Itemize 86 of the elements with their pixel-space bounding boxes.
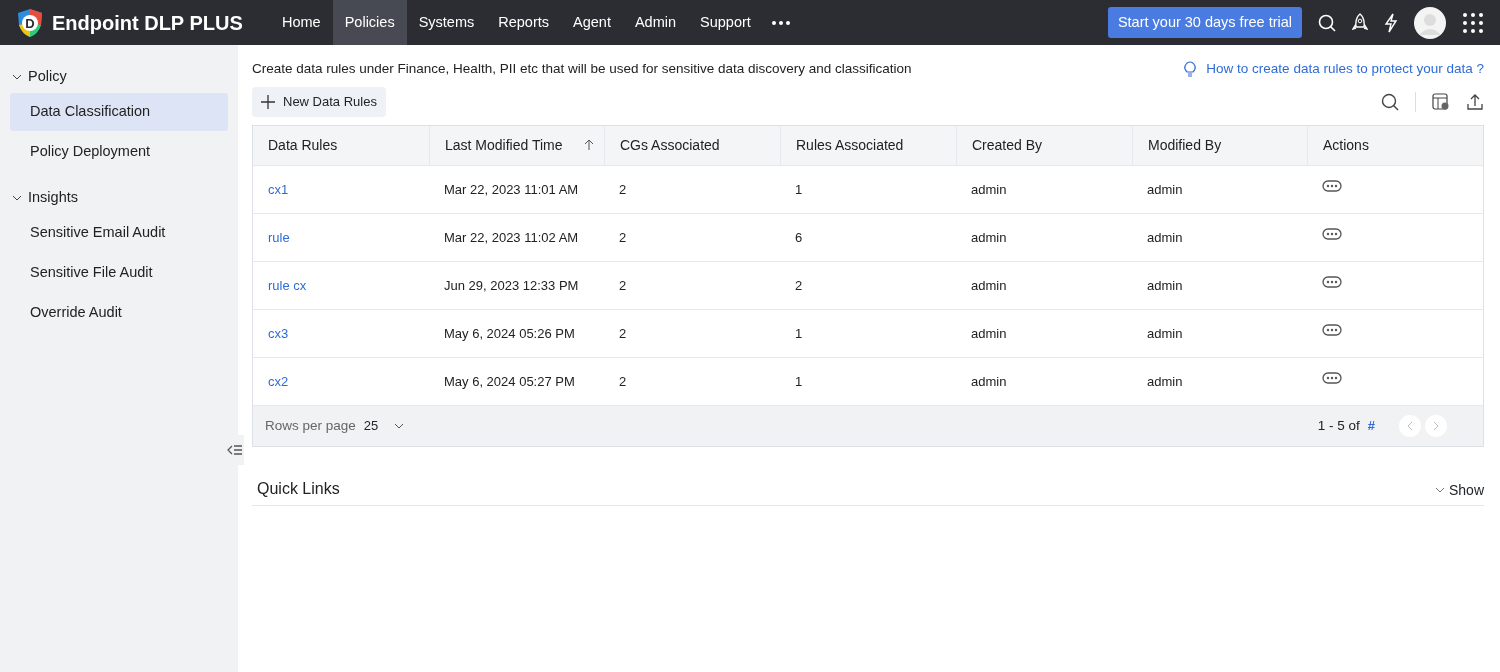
nav-tab[interactable]: Admin <box>622 0 689 45</box>
rows-per-page-label: Rows per page <box>265 416 356 435</box>
shield-logo-icon: D <box>16 7 44 38</box>
table-cell: admin <box>1147 277 1183 293</box>
trial-button[interactable]: Start your 30 days free trial <box>1107 6 1302 39</box>
lightbulb-icon <box>1182 60 1199 79</box>
apps-grid-icon[interactable] <box>1462 11 1484 34</box>
table-cell: admin <box>1147 181 1183 197</box>
app-title: Endpoint DLP PLUS <box>52 10 243 36</box>
plus-icon <box>261 95 275 109</box>
column-header[interactable]: Rules Associated <box>796 134 904 156</box>
nav-tab[interactable]: Home <box>270 0 333 45</box>
sidebar-item[interactable]: Data Classification <box>10 92 228 131</box>
rule-link[interactable]: rule <box>268 229 290 245</box>
show-toggle[interactable]: Show <box>1434 479 1484 501</box>
more-actions-icon[interactable] <box>1322 228 1342 241</box>
chevron-down-icon <box>394 422 405 429</box>
lightning-icon[interactable] <box>1384 12 1398 33</box>
description-text: Create data rules under Finance, Health, PII etc that will be used for sensitive data discovery and classification <box>252 60 912 78</box>
table-cell: May 6, 2024 05:27 PM <box>444 373 575 389</box>
search-icon[interactable] <box>1318 13 1336 32</box>
nav-tab[interactable]: Reports <box>486 0 562 45</box>
column-header[interactable]: CGs Associated <box>620 134 720 156</box>
nav-tab[interactable]: Systems <box>406 0 487 45</box>
table-cell: 2 <box>619 181 627 197</box>
avatar-icon[interactable] <box>1414 6 1446 39</box>
table-cell: admin <box>971 181 1007 197</box>
column-header[interactable]: Last Modified Time <box>445 134 563 156</box>
sidebar-item[interactable]: Sensitive Email Audit <box>10 214 228 252</box>
search-icon[interactable] <box>1381 93 1399 111</box>
more-actions-icon[interactable] <box>1322 276 1342 289</box>
sidebar-item[interactable]: Policy Deployment <box>10 132 228 171</box>
table-cell: 1 <box>795 325 803 341</box>
table-cell: 6 <box>795 229 803 245</box>
table-cell: admin <box>1147 373 1183 389</box>
nav-tab[interactable]: Policies <box>332 0 407 45</box>
table-cell: admin <box>971 229 1007 245</box>
table-cell: 2 <box>619 325 627 341</box>
table-cell: 2 <box>619 373 627 389</box>
rule-link[interactable]: cx2 <box>268 373 289 389</box>
more-icon[interactable] <box>770 19 791 26</box>
table-cell: Mar 22, 2023 11:02 AM <box>444 229 579 245</box>
table-cell: admin <box>1147 325 1183 341</box>
table-cell: May 6, 2024 05:26 PM <box>444 325 575 341</box>
sort-ascending-icon[interactable] <box>584 139 594 152</box>
rule-link[interactable]: rule cx <box>268 277 307 293</box>
rule-link[interactable]: cx3 <box>268 325 289 341</box>
chevron-right-icon <box>1432 420 1440 431</box>
table-cell: admin <box>1147 229 1183 245</box>
more-actions-icon[interactable] <box>1322 324 1342 337</box>
new-data-rules-button[interactable]: New Data Rules <box>252 87 386 117</box>
quick-links-title: Quick Links <box>257 478 340 499</box>
chevron-down-icon <box>12 195 22 202</box>
chevron-left-icon <box>1406 420 1414 431</box>
help-link[interactable]: How to create data rules to protect your data ? <box>1206 59 1484 80</box>
rows-per-page-dropdown[interactable]: 25 <box>363 416 405 436</box>
more-actions-icon[interactable] <box>1322 180 1342 193</box>
chevron-down-icon <box>12 73 22 80</box>
rocket-icon[interactable] <box>1352 12 1368 33</box>
column-header[interactable]: Created By <box>972 134 1043 156</box>
table-cell: 2 <box>795 277 803 293</box>
table-cell: admin <box>971 373 1007 389</box>
column-header[interactable]: Data Rules <box>268 134 338 156</box>
sidebar-group[interactable]: Policy <box>0 63 238 91</box>
page-range-text: 1 - 5 of <box>1317 416 1360 435</box>
sidebar-group[interactable]: Insights <box>0 184 238 212</box>
sidebar-item[interactable]: Sensitive File Audit <box>10 253 228 292</box>
chevron-down-icon <box>1434 487 1445 494</box>
column-settings-icon[interactable] <box>1432 93 1450 111</box>
table-cell: 1 <box>795 181 803 197</box>
table-cell: admin <box>971 277 1007 293</box>
nav-tab[interactable]: Agent <box>561 0 623 45</box>
table-cell: admin <box>971 325 1007 341</box>
table-cell: Jun 29, 2023 12:33 PM <box>444 277 579 293</box>
table-cell: Mar 22, 2023 11:01 AM <box>444 181 579 197</box>
table-cell: 2 <box>619 277 627 293</box>
sidebar-item[interactable]: Override Audit <box>10 293 228 332</box>
column-header[interactable]: Actions <box>1323 134 1369 156</box>
table-cell: 2 <box>619 229 627 245</box>
more-actions-icon[interactable] <box>1322 372 1342 385</box>
column-header[interactable]: Modified By <box>1148 134 1222 156</box>
export-icon[interactable] <box>1466 93 1484 111</box>
nav-tab[interactable]: Support <box>688 0 763 45</box>
total-count-link[interactable]: # <box>1367 416 1375 436</box>
table-cell: 1 <box>795 373 803 389</box>
rule-link[interactable]: cx1 <box>268 181 289 197</box>
